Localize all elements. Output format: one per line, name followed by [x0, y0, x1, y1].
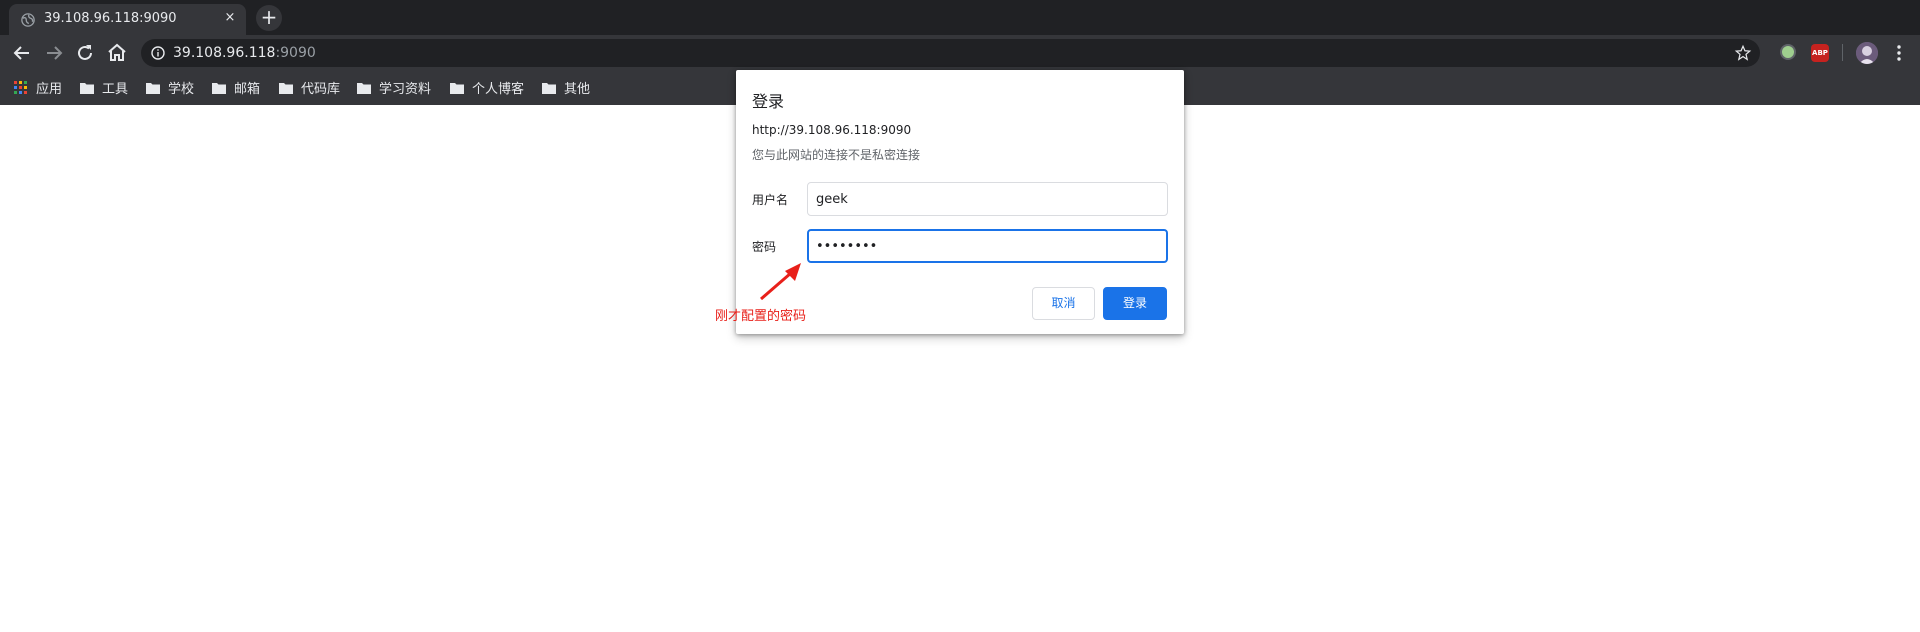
folder-icon [542, 82, 556, 94]
toolbar-divider [1842, 44, 1843, 61]
browser-tab[interactable]: 39.108.96.118:9090 × [9, 4, 246, 35]
dialog-origin: http://39.108.96.118:9090 [752, 123, 912, 137]
bookmark-folder-school[interactable]: 学校 [146, 70, 194, 105]
login-button[interactable]: 登录 [1103, 287, 1167, 320]
tab-close-icon[interactable]: × [222, 10, 238, 26]
bookmark-folder-mail[interactable]: 邮箱 [212, 70, 260, 105]
bookmark-label: 学校 [168, 82, 195, 97]
url-host: 39.108.96.118 [173, 45, 276, 61]
bookmark-apps[interactable]: 应用 [14, 70, 62, 105]
cancel-button[interactable]: 取消 [1032, 287, 1095, 320]
password-label: 密码 [752, 240, 777, 254]
username-label: 用户名 [752, 193, 789, 207]
annotation-arrow [760, 263, 801, 301]
adblock-plus-icon[interactable]: ABP [1811, 44, 1829, 62]
new-tab-button[interactable]: + [256, 5, 282, 31]
green-circle-icon[interactable] [1780, 44, 1796, 60]
username-field[interactable] [807, 182, 1168, 216]
folder-icon [450, 82, 464, 94]
avatar[interactable] [1856, 42, 1878, 64]
bookmark-label: 邮箱 [234, 82, 261, 97]
browser-toolbar: 39.108.96.118:9090 ABP [0, 35, 1920, 70]
apps-grid-icon [14, 80, 27, 94]
forward-arrow-icon[interactable] [42, 41, 66, 65]
address-url[interactable]: 39.108.96.118:9090 [173, 45, 316, 61]
bookmark-label: 代码库 [301, 82, 341, 97]
bookmark-label: 学习资料 [379, 82, 432, 97]
connection-warning: 您与此网站的连接不是私密连接 [752, 148, 921, 162]
bookmark-label: 应用 [36, 82, 63, 97]
bookmark-folder-tools[interactable]: 工具 [80, 70, 128, 105]
annotation-text: 刚才配置的密码 [715, 309, 807, 324]
tab-strip: 39.108.96.118:9090 × + [0, 0, 1920, 35]
bookmark-star-icon[interactable] [1734, 44, 1752, 62]
profile-picture [1856, 42, 1878, 64]
url-port: :9090 [275, 45, 316, 61]
password-field[interactable] [807, 229, 1168, 263]
more-menu-icon[interactable] [1890, 43, 1908, 63]
bookmark-folder-repos[interactable]: 代码库 [279, 70, 340, 105]
globe-icon [21, 13, 35, 27]
tab-title: 39.108.96.118:9090 [44, 11, 177, 26]
folder-icon [146, 82, 160, 94]
folder-icon [212, 82, 226, 94]
folder-icon [80, 82, 94, 94]
dialog-title: 登录 [752, 92, 785, 111]
folder-icon [279, 82, 293, 94]
bookmark-folder-other[interactable]: 其他 [542, 70, 590, 105]
bookmark-folder-study[interactable]: 学习资料 [357, 70, 431, 105]
back-arrow-icon[interactable] [10, 41, 34, 65]
folder-icon [357, 82, 371, 94]
reload-icon[interactable] [73, 41, 97, 65]
bookmark-label: 个人博客 [472, 82, 525, 97]
home-icon[interactable] [105, 41, 129, 65]
bookmark-label: 其他 [564, 82, 591, 97]
bookmark-folder-blog[interactable]: 个人博客 [450, 70, 524, 105]
bookmark-label: 工具 [102, 82, 129, 97]
info-icon[interactable] [151, 46, 165, 60]
address-bar[interactable]: 39.108.96.118:9090 [141, 39, 1760, 67]
